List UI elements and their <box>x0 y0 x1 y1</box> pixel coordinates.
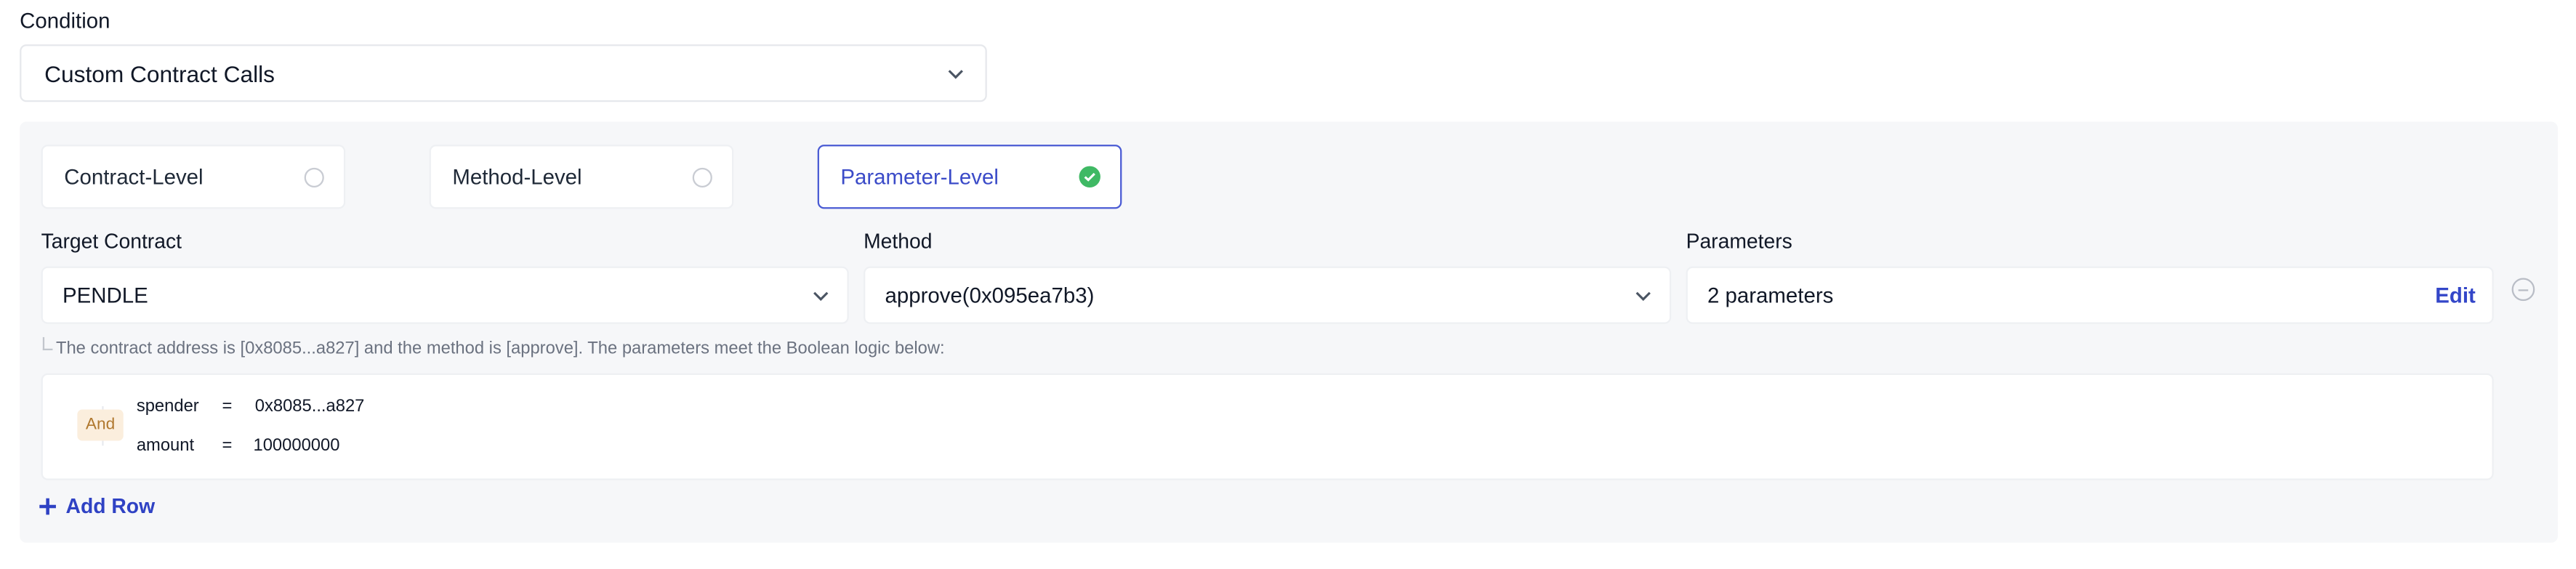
method-select[interactable]: approve(0x095ea7b3) <box>864 266 1672 324</box>
minus-circle-icon[interactable] <box>2511 278 2535 302</box>
condition-row-operator: = <box>222 396 233 416</box>
logic-box <box>41 373 2494 480</box>
condition-row-name: amount <box>136 435 195 456</box>
chevron-down-icon <box>946 63 965 83</box>
condition-row-operator: = <box>222 435 233 456</box>
level-option-contract[interactable]: Contract-Level <box>41 145 346 209</box>
condition-row-name: spender <box>136 396 199 416</box>
add-row-button[interactable]: Add Row <box>39 495 155 518</box>
condition-editor: Condition Custom Contract Calls Contract… <box>0 0 2576 569</box>
condition-row-value: 100000000 <box>253 435 340 456</box>
target-contract-select[interactable]: PENDLE <box>41 266 849 324</box>
level-option-label: Method-Level <box>452 164 582 190</box>
hint-connector <box>42 336 53 351</box>
edit-parameters-button[interactable]: Edit <box>2435 283 2476 307</box>
chevron-down-icon <box>811 286 831 305</box>
check-circle-icon <box>1079 166 1100 187</box>
level-option-parameter[interactable]: Parameter-Level <box>817 145 1122 209</box>
method-label: Method <box>864 230 933 254</box>
add-row-label: Add Row <box>65 495 156 518</box>
condition-label: Condition <box>20 8 110 33</box>
target-contract-label: Target Contract <box>41 230 182 254</box>
method-value: approve(0x095ea7b3) <box>885 283 1095 308</box>
parameters-label: Parameters <box>1686 230 1792 254</box>
target-contract-value: PENDLE <box>62 283 148 308</box>
condition-row-value: 0x8085...a827 <box>254 396 365 416</box>
condition-select-value: Custom Contract Calls <box>44 60 275 86</box>
level-option-label: Parameter-Level <box>840 164 999 190</box>
radio-empty-icon <box>304 166 324 187</box>
condition-select[interactable]: Custom Contract Calls <box>20 44 987 102</box>
logic-hint-text: The contract address is [0x8085...a827] … <box>55 339 945 359</box>
chevron-down-icon <box>1633 286 1653 305</box>
level-option-method[interactable]: Method-Level <box>429 145 734 209</box>
radio-empty-icon <box>692 166 712 187</box>
logic-operator-badge[interactable]: And <box>77 409 124 441</box>
plus-icon <box>39 498 56 515</box>
minus-bar <box>2518 288 2529 291</box>
parameters-value: 2 parameters <box>1707 283 1834 308</box>
level-option-label: Contract-Level <box>64 164 204 190</box>
parameters-field: 2 parameters Edit <box>1686 266 2494 324</box>
